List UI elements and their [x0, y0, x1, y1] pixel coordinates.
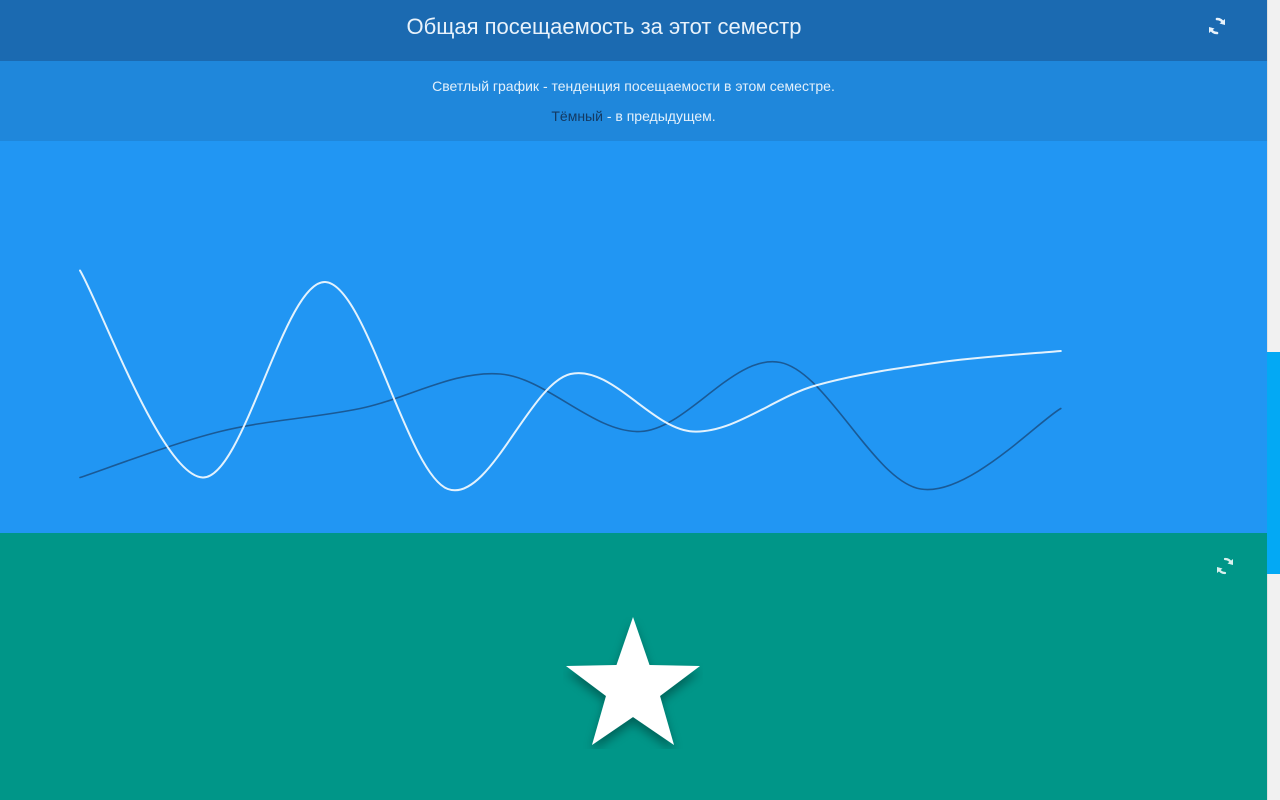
- chart-legend: Светлый график - тенденция посещаемости …: [0, 61, 1267, 141]
- scrollbar-thumb[interactable]: [1267, 352, 1280, 574]
- attendance-chart: [0, 141, 1267, 533]
- series-previous-semester-line: [79, 360, 1062, 491]
- refresh-icon[interactable]: [1213, 554, 1237, 578]
- attendance-chart-svg: [79, 269, 1062, 492]
- legend-current-semester: Светлый график - тенденция посещаемости …: [432, 78, 835, 94]
- star-icon[interactable]: [563, 617, 703, 749]
- legend-dark-word: Тёмный: [551, 108, 603, 124]
- legend-previous-semester: Тёмный - в предыдущем.: [0, 108, 1267, 124]
- refresh-icon[interactable]: [1205, 14, 1229, 38]
- page-title: Общая посещаемость за этот семестр: [406, 14, 802, 39]
- favorites-panel: [0, 533, 1267, 800]
- legend-previous-text: - в предыдущем.: [602, 108, 716, 124]
- series-current-semester-line: [79, 269, 1062, 492]
- header-bar: Общая посещаемость за этот семестр: [0, 0, 1267, 61]
